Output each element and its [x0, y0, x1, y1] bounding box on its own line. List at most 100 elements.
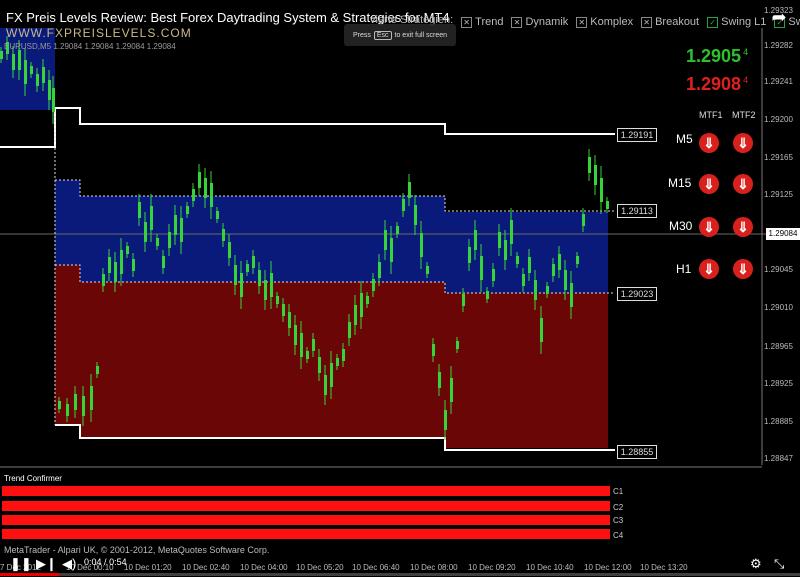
current-price-label: 1.29084	[766, 228, 800, 240]
candle-body	[252, 256, 255, 268]
upper-zone	[55, 180, 608, 293]
candle-body	[120, 250, 123, 274]
candle-body	[330, 363, 333, 387]
candle-body	[30, 66, 33, 74]
candle-body	[156, 238, 159, 246]
candle-body	[82, 396, 85, 416]
y-tick: 1.28885	[764, 417, 793, 426]
candle-body	[288, 312, 291, 328]
watermark: WWW.FXPREISLEVELS.COM	[6, 26, 192, 40]
tf-label-m5: M5	[676, 132, 693, 146]
level-label: 1.29191	[617, 128, 657, 142]
down-arrow-icon: ⇓	[733, 133, 753, 153]
candle-body	[264, 280, 267, 300]
y-tick: 1.29045	[764, 265, 793, 274]
confirmer-bar	[2, 486, 610, 496]
level-line-top	[0, 107, 615, 148]
gear-icon[interactable]: ⚙	[750, 556, 762, 572]
candle-body	[138, 202, 141, 218]
candle-body	[588, 157, 591, 173]
checkbox-icon[interactable]: ✕	[576, 16, 588, 28]
checkbox-icon[interactable]: ✕	[641, 16, 653, 28]
toolbar-item-breakout[interactable]: ✕ Breakout	[641, 14, 699, 30]
candle-body	[294, 325, 297, 345]
down-arrow-icon: ⇓	[733, 217, 753, 237]
candle-body	[318, 357, 321, 373]
candle-body	[222, 229, 225, 241]
y-tick: 1.29125	[764, 190, 793, 199]
toolbar-item-dynamik[interactable]: ✕ Dynamik	[511, 14, 568, 30]
video-time: 0:04 / 0:54	[84, 557, 127, 567]
toolbar-item-trend[interactable]: ✕ Trend	[461, 14, 503, 30]
esc-key: Esc	[373, 30, 392, 40]
candle-body	[150, 206, 153, 230]
candle-body	[276, 296, 279, 304]
checkbox-icon[interactable]: ✕	[511, 16, 523, 28]
skip-next-icon[interactable]: ▶❙	[36, 556, 57, 572]
candle-body	[486, 291, 489, 299]
candle-body	[564, 270, 567, 290]
candle-body	[546, 286, 549, 294]
candle-body	[342, 349, 345, 361]
checkbox-icon[interactable]: ✕	[461, 16, 473, 28]
progress-fill	[0, 573, 60, 576]
exit-fullscreen-icon[interactable]: ⤡	[774, 556, 784, 572]
y-tick: 1.29165	[764, 153, 793, 162]
candle-body	[558, 254, 561, 270]
candle-body	[96, 366, 99, 374]
candle-body	[582, 214, 585, 226]
candle-body	[168, 232, 171, 248]
tf-label-m30: M30	[669, 219, 693, 233]
candle-body	[234, 265, 237, 285]
video-progress-bar[interactable]	[0, 573, 800, 576]
candle-body	[540, 318, 543, 342]
candle-body	[270, 273, 273, 297]
y-tick: 1.29010	[764, 303, 793, 312]
down-arrow-icon: ⇓	[733, 174, 753, 194]
confirmer-row-label: C4	[613, 531, 624, 540]
y-tick: 1.29241	[764, 77, 793, 86]
symbol-line: EURUSD,M5 1.29084 1.29084 1.29084 1.2908…	[4, 42, 176, 51]
level-label: 1.29023	[617, 287, 657, 301]
y-tick: 1.29323	[764, 6, 793, 15]
down-arrow-icon: ⇓	[699, 259, 719, 279]
candle-body	[480, 256, 483, 280]
candle-body	[456, 341, 459, 349]
copyright: MetaTrader - Alpari UK, © 2001-2012, Met…	[4, 545, 270, 555]
candle-body	[324, 375, 327, 395]
y-tick: 1.29282	[764, 41, 793, 50]
confirmer-row-label: C3	[613, 516, 624, 525]
upper-left-zone	[0, 28, 55, 110]
y-tick: 1.28925	[764, 379, 793, 388]
candle-body	[24, 60, 27, 84]
candle-body	[360, 293, 363, 317]
y-tick: 1.28847	[764, 454, 793, 463]
candle-body	[594, 165, 597, 185]
candle-body	[74, 394, 77, 410]
volume-icon[interactable]: ◀)	[62, 556, 76, 572]
down-arrow-icon: ⇓	[733, 259, 753, 279]
toolbar-item-komplex[interactable]: ✕ Komplex	[576, 14, 633, 30]
tf-label-m15: M15	[668, 176, 692, 190]
candle-body	[36, 74, 39, 86]
candle-body	[396, 226, 399, 234]
candle-body	[132, 259, 135, 271]
candle-body	[58, 401, 61, 409]
candle-body	[492, 269, 495, 281]
candle-body	[66, 404, 69, 416]
confirmer-row-label: C1	[613, 487, 624, 496]
candle-body	[210, 183, 213, 207]
candle-body	[420, 233, 423, 257]
candle-body	[384, 230, 387, 250]
down-arrow-icon: ⇓	[699, 174, 719, 194]
candle-body	[354, 305, 357, 325]
candle-body	[282, 304, 285, 316]
mtf1-header: MTF1	[699, 110, 723, 120]
candle-body	[216, 211, 219, 219]
mtf2-header: MTF2	[732, 110, 756, 120]
ask-price: 1.2908 4	[686, 74, 749, 94]
play-pause-icon[interactable]: ❚❚	[10, 556, 32, 572]
checkbox-checked-icon[interactable]: ✓	[707, 16, 719, 28]
candle-body	[312, 339, 315, 351]
toolbar-item-swing-l1[interactable]: ✓ Swing L1	[707, 14, 766, 30]
